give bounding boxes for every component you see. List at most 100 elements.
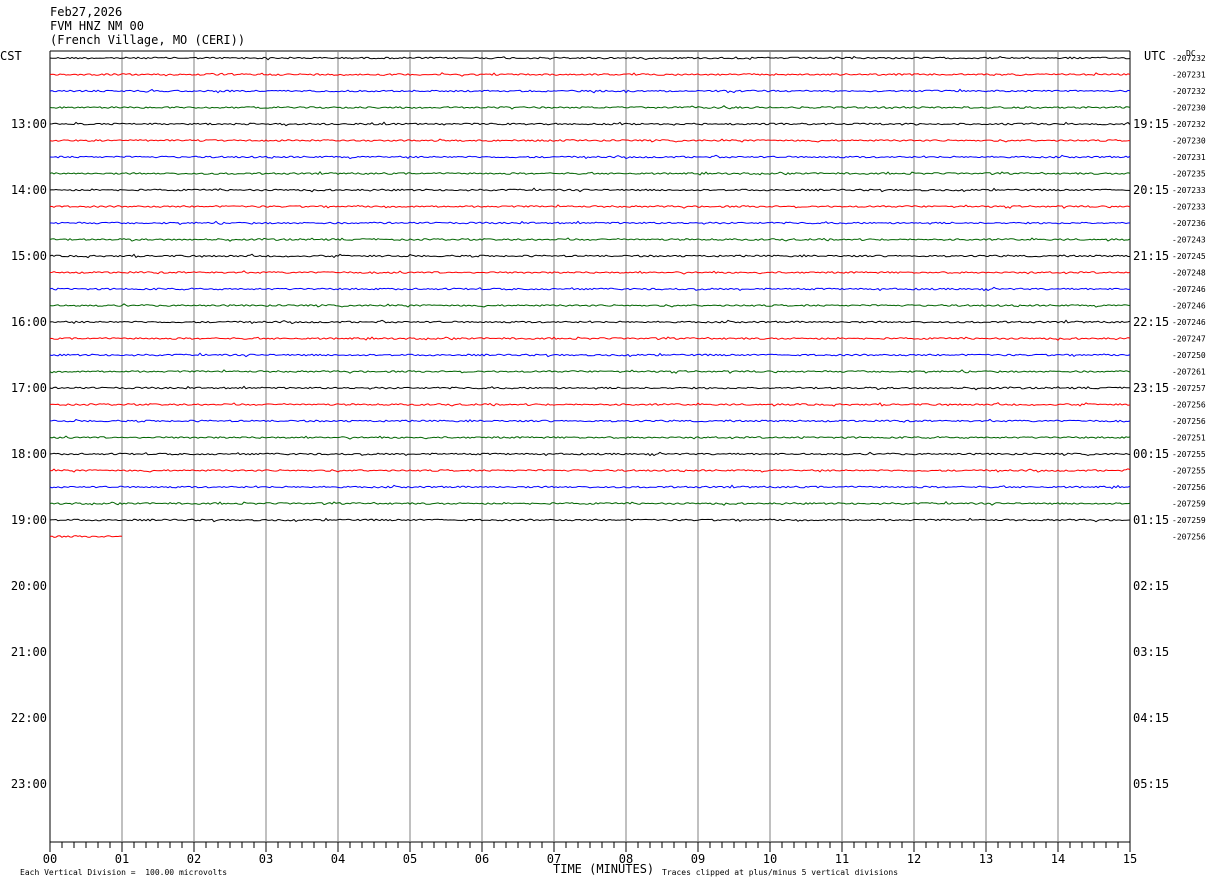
x-tick-label: 06 (475, 852, 489, 866)
dc-offset-label: -207232 (1172, 120, 1206, 129)
hour-label-left: 17:00 (11, 381, 47, 395)
hour-label-left: 18:00 (11, 447, 47, 461)
dc-offset-label: -207256 (1172, 401, 1206, 410)
x-tick-label: 15 (1123, 852, 1137, 866)
seismic-trace (49, 237, 1131, 242)
dc-offset-label: -207230 (1172, 137, 1206, 146)
hour-label-right: 21:15 (1133, 249, 1169, 263)
x-tick-label: 14 (1051, 852, 1065, 866)
hour-label-right: 22:15 (1133, 315, 1169, 329)
hour-label-left: 14:00 (11, 183, 47, 197)
hour-label-right: 19:15 (1133, 117, 1169, 131)
x-tick-label: 09 (691, 852, 705, 866)
x-tick-label: 05 (403, 852, 417, 866)
x-tick-label: 10 (763, 852, 777, 866)
x-tick-label: 02 (187, 852, 201, 866)
seismic-trace (49, 303, 1131, 308)
dc-offset-label: -207248 (1172, 269, 1206, 278)
hour-label-right: 04:15 (1133, 711, 1169, 725)
seismic-trace (49, 517, 1131, 523)
hour-label-right: 20:15 (1133, 183, 1169, 197)
hour-label-right: 23:15 (1133, 381, 1169, 395)
dc-offset-label: -207232 (1172, 54, 1206, 63)
seismic-trace (49, 385, 1131, 391)
seismic-trace (49, 253, 1130, 259)
dc-offset-label: -207251 (1172, 434, 1206, 443)
seismic-trace (49, 500, 1131, 506)
clip-note: Traces clipped at plus/minus 5 vertical … (662, 868, 899, 877)
dc-offset-label: -207250 (1172, 351, 1206, 360)
vertical-scale-note: Each Vertical Division = 100.00 microvol… (20, 868, 228, 877)
x-tick-label: 00 (43, 852, 57, 866)
seismic-trace (49, 402, 1131, 407)
dc-offset-label: -207256 (1172, 533, 1206, 542)
dc-offset-label: -207231 (1172, 153, 1206, 162)
seismic-trace (49, 121, 1131, 127)
hour-label-right: 05:15 (1133, 777, 1169, 791)
seismic-trace (49, 435, 1131, 440)
seismic-trace (49, 88, 1131, 94)
hour-label-left: 13:00 (11, 117, 47, 131)
hour-label-right: 01:15 (1133, 513, 1169, 527)
dc-offset-label: -207236 (1172, 219, 1206, 228)
seismic-trace (49, 535, 123, 538)
hour-label-left: 23:00 (11, 777, 47, 791)
x-tick-label: 04 (331, 852, 345, 866)
dc-offset-label: -207232 (1172, 87, 1206, 96)
hour-label-right: 00:15 (1133, 447, 1169, 461)
hour-label-left: 19:00 (11, 513, 47, 527)
x-tick-label: 11 (835, 852, 849, 866)
dc-offset-label: -207233 (1172, 186, 1206, 195)
hour-label-left: 20:00 (11, 579, 47, 593)
seismic-trace (49, 270, 1131, 275)
seismic-trace (49, 369, 1131, 374)
seismic-trace (49, 154, 1131, 160)
seismic-trace (49, 204, 1131, 209)
dc-offset-label: -207231 (1172, 71, 1206, 80)
seismic-trace (49, 55, 1131, 61)
helicorder-plot: 00 01 02 03 04 05 06 07 08 09 10 11 12 13 14 15-207232-… (11, 50, 1206, 866)
dc-offset-label: -207247 (1172, 335, 1206, 344)
hour-label-right: 03:15 (1133, 645, 1169, 659)
hour-label-left: 21:00 (11, 645, 47, 659)
dc-offset-label: -207256 (1172, 483, 1206, 492)
dc-offset-label: -207243 (1172, 236, 1206, 245)
seismic-trace (49, 138, 1131, 143)
seismic-trace (49, 451, 1131, 457)
dc-offset-label: -207246 (1172, 318, 1206, 327)
x-tick-label: 01 (115, 852, 129, 866)
seismic-trace (49, 336, 1131, 341)
x-tick-label: 13 (979, 852, 993, 866)
x-tick-label: 03 (259, 852, 273, 866)
hour-label-left: 22:00 (11, 711, 47, 725)
dc-offset-label: -207245 (1172, 252, 1206, 261)
x-tick-label: 12 (907, 852, 921, 866)
dc-offset-label: -207246 (1172, 285, 1206, 294)
dc-offset-label: -207246 (1172, 302, 1206, 311)
dc-offset-label: -207256 (1172, 417, 1206, 426)
seismic-trace (49, 352, 1131, 358)
seismic-trace (49, 72, 1131, 77)
seismic-trace (49, 105, 1131, 110)
dc-offset-label: -207261 (1172, 368, 1206, 377)
seismic-trace (49, 170, 1131, 176)
x-axis-title: TIME (MINUTES) (553, 862, 655, 876)
seismic-trace (49, 418, 1131, 423)
hour-label-left: 15:00 (11, 249, 47, 263)
dc-offset-label: -207257 (1172, 384, 1206, 393)
dc-offset-label: -207255 (1172, 467, 1206, 476)
dc-offset-label: -207259 (1172, 516, 1206, 525)
dc-offset-label: -207233 (1172, 203, 1206, 212)
seismic-trace (49, 319, 1131, 325)
seismic-trace (49, 286, 1131, 292)
seismic-trace (50, 220, 1131, 226)
hour-label-left: 16:00 (11, 315, 47, 329)
seismic-trace (49, 468, 1131, 473)
dc-offset-label: -207235 (1172, 170, 1206, 179)
seismic-trace (49, 187, 1131, 193)
hour-label-right: 02:15 (1133, 579, 1169, 593)
dc-offset-label: -207259 (1172, 500, 1206, 509)
dc-offset-label: -207230 (1172, 104, 1206, 113)
dc-offset-label: -207255 (1172, 450, 1206, 459)
seismic-trace (49, 484, 1131, 490)
